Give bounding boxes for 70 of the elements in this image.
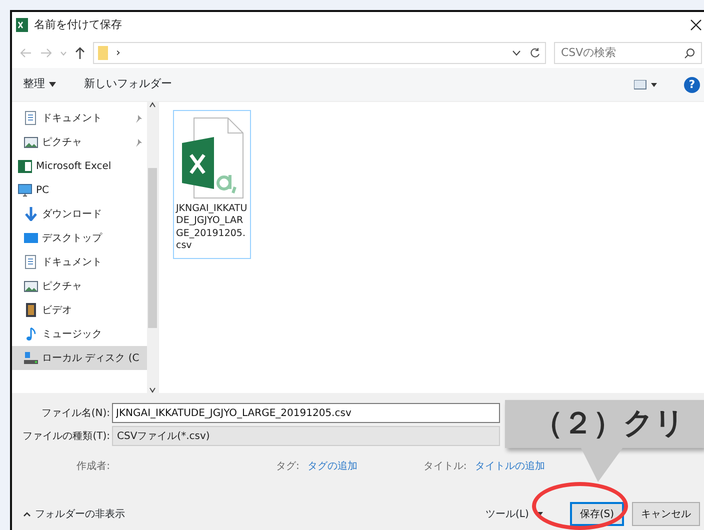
sidebar-item[interactable]: ピクチャ — [12, 130, 147, 154]
sidebar-item-label: PC — [36, 184, 50, 198]
cancel-button[interactable]: キャンセル — [632, 502, 700, 526]
search-placeholder: CSVの検索 — [561, 44, 616, 61]
drive-icon — [24, 351, 38, 365]
sidebar-item[interactable]: PC — [12, 178, 147, 202]
spreadsheet-icon — [18, 159, 32, 173]
sidebar-item[interactable]: ビデオ — [12, 298, 147, 322]
sidebar-item[interactable]: デスクトップ — [12, 226, 147, 250]
sidebar-item-label: ダウンロード — [42, 208, 102, 222]
sidebar-item[interactable]: ドキュメント — [12, 250, 147, 274]
sidebar-item-label: ドキュメント — [42, 112, 102, 126]
sidebar-item[interactable]: ダウンロード — [12, 202, 147, 226]
film-icon — [24, 303, 38, 317]
address-bar[interactable]: › — [93, 42, 546, 64]
scrollbar[interactable] — [147, 102, 158, 393]
filename-label: ファイル名(N): — [40, 406, 110, 420]
save-button[interactable]: 保存(S) — [570, 502, 624, 526]
document-icon — [24, 111, 38, 125]
sidebar-item-label: Microsoft Excel — [36, 160, 112, 174]
add-title-link[interactable]: タイトルの追加 — [474, 459, 545, 474]
spreadsheet-icon — [16, 18, 28, 32]
sidebar-item-label: ドキュメント — [42, 256, 102, 270]
sidebar-item[interactable]: Microsoft Excel — [12, 154, 147, 178]
refresh-icon[interactable] — [529, 47, 541, 59]
csv-file-icon — [180, 117, 244, 199]
new-folder-button[interactable]: 新しいフォルダー — [83, 75, 173, 94]
sidebar-item[interactable]: ピクチャ — [12, 274, 147, 298]
scroll-up-icon[interactable] — [149, 102, 156, 108]
file-type-dropdown[interactable]: CSVファイル(*.csv) — [112, 426, 500, 446]
window-title: 名前を付けて保存 — [34, 16, 122, 33]
sidebar-item-label: ピクチャ — [42, 280, 82, 294]
tags-label: タグ: — [276, 460, 300, 474]
help-button[interactable]: ? — [684, 76, 700, 92]
organize-menu[interactable]: 整理 — [22, 75, 57, 94]
sidebar-item-label: ローカル ディスク (C — [42, 352, 140, 366]
folder-icon — [98, 46, 108, 60]
scroll-down-icon[interactable] — [149, 387, 156, 393]
monitor-icon — [18, 183, 32, 197]
file-type-label: ファイルの種類(T): — [22, 430, 110, 444]
tools-menu[interactable]: ツール(L) — [484, 506, 544, 522]
document-icon — [24, 255, 38, 269]
sidebar-item-label: ミュージック — [42, 328, 102, 342]
caret-icon — [49, 82, 56, 87]
chevron-up-icon — [23, 512, 31, 516]
sidebar-item[interactable]: ミュージック — [12, 322, 147, 346]
sidebar-item-label: ビデオ — [42, 304, 72, 318]
breadcrumb-separator: › — [116, 44, 120, 61]
title-label: タイトル: — [423, 460, 467, 474]
desktop-icon — [24, 231, 38, 245]
down-arrow-icon — [24, 207, 38, 221]
caret-icon — [536, 512, 543, 516]
sidebar-item[interactable]: ローカル ディスク (C — [12, 346, 147, 370]
up-arrow-icon[interactable] — [75, 47, 85, 59]
sidebar-item[interactable]: ドキュメント — [12, 106, 147, 130]
hide-folders-button[interactable]: フォルダーの非表示 — [22, 506, 126, 522]
sidebar-item-label: ピクチャ — [42, 136, 82, 150]
caret-icon[interactable] — [512, 50, 521, 56]
picture-icon — [24, 135, 38, 149]
add-tag-link[interactable]: タグの追加 — [307, 459, 358, 474]
search-field[interactable]: CSVの検索 — [554, 42, 702, 64]
search-icon — [684, 48, 695, 58]
music-note-icon — [24, 327, 38, 341]
file-name: JKNGAI_IKKATUDE_JGJYO_LARGE_20191205.csv — [176, 203, 248, 252]
close-icon[interactable] — [690, 19, 702, 31]
picture-icon — [24, 279, 38, 293]
view-menu-icon[interactable] — [634, 80, 658, 90]
author-label: 作成者: — [76, 460, 110, 474]
file-item[interactable]: JKNGAI_IKKATUDE_JGJYO_LARGE_20191205.csv — [173, 110, 251, 260]
sidebar-item-label: デスクトップ — [42, 232, 102, 246]
